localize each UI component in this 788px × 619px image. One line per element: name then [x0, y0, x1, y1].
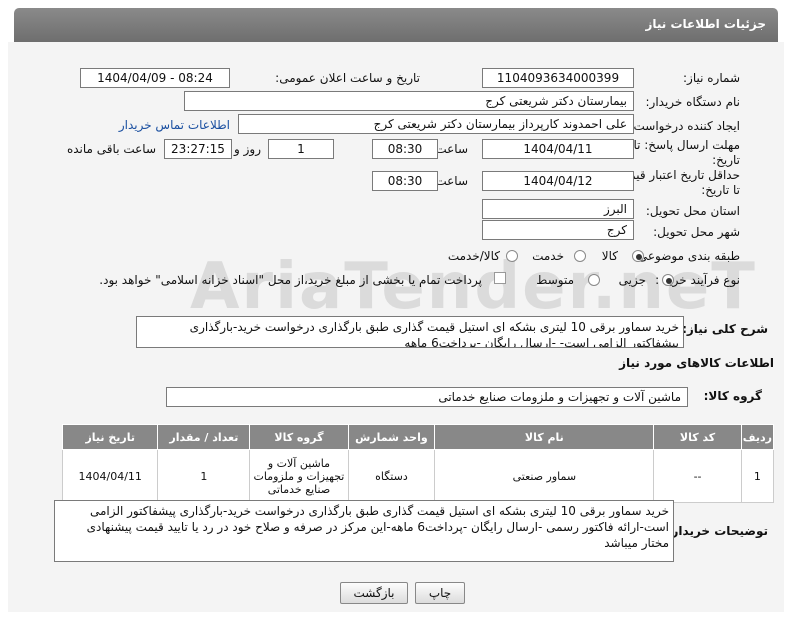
deadline-time-field: 08:30: [372, 139, 438, 159]
remaining-label: ساعت باقی مانده: [66, 142, 156, 156]
process-radio-minor[interactable]: [662, 274, 674, 286]
cell-code: --: [653, 449, 742, 503]
col-name: نام کالا: [434, 424, 655, 450]
buyer-label: نام دستگاه خریدار:: [645, 95, 741, 109]
validity-time-label: ساعت: [435, 174, 468, 188]
need-number-field: 1104093634000399: [482, 68, 634, 88]
validity-time-field: 08:30: [372, 171, 438, 191]
table-row: 1 -- سماور صنعتی دستگاه ماشین آلات و تجه…: [61, 449, 775, 503]
category-radio-goods[interactable]: [632, 250, 644, 262]
col-date: تاریخ نیاز: [61, 424, 159, 450]
title-bar: جزئیات اطلاعات نیاز: [14, 8, 778, 42]
province-label: استان محل تحویل:: [645, 204, 740, 218]
deadline-time-label: ساعت: [435, 142, 468, 156]
category-goods-label: کالا: [601, 249, 618, 263]
col-group: گروه کالا: [249, 424, 349, 450]
cell-row: 1: [740, 449, 775, 503]
col-unit: واحد شمارش: [347, 424, 436, 450]
category-service-label: خدمت: [532, 249, 564, 263]
cell-date: 1404/04/11: [61, 449, 159, 503]
cell-qty: 1: [157, 449, 251, 503]
deadline-label: مهلت ارسال پاسخ: تا: [633, 138, 740, 152]
goods-table-header: ردیف کد کالا نام کالا واحد شمارش گروه کا…: [61, 424, 775, 450]
category-label: طبقه بندی موضوعی:: [633, 249, 740, 263]
buyer-contact-link[interactable]: اطلاعات تماس خریدار: [119, 118, 230, 132]
col-qty: تعداد / مقدار: [157, 424, 251, 450]
days-label: روز و: [234, 142, 261, 156]
buyer-notes-textarea[interactable]: خرید سماور برقی 10 لیتری بشکه ای استیل ق…: [54, 500, 674, 562]
process-radio-medium[interactable]: [588, 274, 600, 286]
page-title: جزئیات اطلاعات نیاز: [645, 17, 766, 31]
province-field: البرز: [482, 199, 634, 219]
announce-field: 1404/04/09 - 08:24: [80, 68, 230, 88]
creator-label: ایجاد کننده درخواست:: [629, 119, 740, 133]
print-button[interactable]: چاپ: [415, 582, 465, 604]
cell-unit: دستگاه: [347, 449, 436, 503]
treasury-note: پرداخت تمام یا بخشی از مبلغ خرید،از محل …: [99, 273, 482, 287]
description-textarea[interactable]: خرید سماور برقی 10 لیتری بشکه ای استیل ق…: [136, 316, 684, 348]
deadline-label-date: تاریخ:: [712, 153, 740, 167]
category-goods-service-label: کالا/خدمت: [447, 249, 500, 263]
deadline-date-field: 1404/04/11: [482, 139, 634, 159]
remaining-time-field: 23:27:15: [164, 139, 232, 159]
back-button[interactable]: بازگشت: [340, 582, 408, 604]
validity-label-date: تا تاریخ:: [701, 183, 740, 197]
treasury-checkbox[interactable]: [494, 272, 506, 284]
goods-table: ردیف کد کالا نام کالا واحد شمارش گروه کا…: [61, 424, 775, 503]
category-radio-goods-service[interactable]: [506, 250, 518, 262]
city-label: شهر محل تحویل:: [653, 225, 740, 239]
cell-group: ماشین آلات و تجهیزات و ملزومات صنایع خدم…: [249, 449, 349, 503]
goods-section-title: اطلاعات کالاهای مورد نیاز: [619, 356, 774, 370]
col-code: کد کالا: [653, 424, 742, 450]
cell-name: سماور صنعتی: [434, 449, 655, 503]
buyer-field: بیمارستان دکتر شریعتی کرج: [184, 91, 634, 111]
goods-group-field: ماشین آلات و تجهیزات و ملزومات صنایع خدم…: [166, 387, 688, 407]
announce-label: تاریخ و ساعت اعلان عمومی:: [275, 71, 420, 85]
buyer-notes-label: توضیحات خریدار:: [666, 524, 768, 538]
creator-field: علی احمدوند کارپرداز بیمارستان دکتر شریع…: [238, 114, 634, 134]
col-row: ردیف: [740, 424, 775, 450]
process-minor-label: جزیی: [618, 273, 646, 287]
remaining-days-field: 1: [268, 139, 334, 159]
validity-date-field: 1404/04/12: [482, 171, 634, 191]
goods-group-label: گروه کالا:: [703, 389, 762, 403]
need-number-label: شماره نیاز:: [683, 71, 740, 85]
description-label: شرح کلی نیاز:: [682, 322, 768, 336]
city-field: کرج: [482, 220, 634, 240]
process-medium-label: متوسط: [536, 273, 574, 287]
category-radio-service[interactable]: [574, 250, 586, 262]
